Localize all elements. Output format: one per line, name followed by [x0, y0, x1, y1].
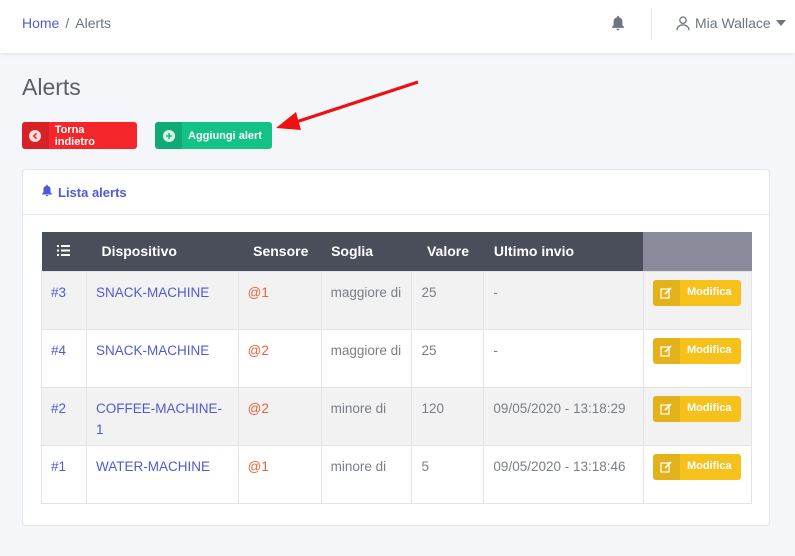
list-icon [41, 232, 87, 271]
edit-icon [652, 337, 680, 364]
back-button-label: Torna indietro [54, 123, 96, 148]
value-cell: 25 [411, 328, 485, 388]
device-link[interactable]: SNACK-MACHINE [85, 328, 239, 388]
threshold-cell: minore di [320, 444, 413, 504]
threshold-cell: minore di [320, 386, 413, 446]
card-title: Lista alerts [58, 184, 127, 200]
top-navbar: Home / Alerts Mia Wallace [0, 0, 795, 53]
chevron-down-icon [775, 20, 786, 26]
breadcrumb: Home / Alerts [22, 15, 111, 31]
alerts-table: Dispositivo Sensore Soglia Valore Ultimo… [41, 232, 753, 504]
breadcrumb-current: Alerts [75, 15, 112, 31]
last-sent-cell: 09/05/2020 - 13:18:29 [483, 386, 644, 446]
actions-cell: Modifica [642, 270, 753, 330]
edit-icon [652, 279, 680, 306]
value-cell: 25 [411, 270, 485, 330]
alert-id-cell[interactable]: #1 [41, 444, 87, 504]
alerts-card: Lista alerts Dispositivo Sensore Soglia … [22, 169, 770, 526]
edit-button[interactable]: Modifica [652, 337, 741, 364]
last-sent-cell: - [483, 328, 644, 388]
actions-cell: Modifica [642, 444, 753, 504]
alert-id-cell[interactable]: #4 [41, 328, 87, 388]
threshold-cell: maggiore di [320, 270, 413, 330]
device-link[interactable]: COFFEE-MACHINE-1 [85, 386, 239, 446]
header-device[interactable]: Dispositivo [86, 232, 239, 271]
breadcrumb-separator: / [65, 15, 70, 31]
edit-button[interactable]: Modifica [652, 453, 741, 480]
edit-button[interactable]: Modifica [652, 395, 741, 422]
edit-button[interactable]: Modifica [652, 279, 741, 306]
value-cell: 5 [411, 444, 485, 504]
add-alert-button-label: Aggiungi alert [188, 129, 262, 142]
edit-button-label: Modifica [686, 402, 732, 414]
header-threshold[interactable]: Soglia [321, 232, 412, 271]
last-sent-cell: 09/05/2020 - 13:18:46 [483, 444, 644, 504]
actions-cell: Modifica [642, 328, 753, 388]
table-row: #3 SNACK-MACHINE @1 maggiore di 25 - Mod… [41, 270, 753, 330]
table-row: #4 SNACK-MACHINE @2 maggiore di 25 - Mod… [41, 328, 753, 388]
user-menu[interactable]: Mia Wallace [676, 15, 786, 31]
actions-cell: Modifica [642, 386, 753, 446]
alert-id-cell[interactable]: #2 [41, 386, 87, 446]
alert-id-cell[interactable]: #3 [41, 270, 87, 330]
bell-icon [41, 184, 53, 200]
sensor-link[interactable]: @2 [237, 328, 322, 388]
breadcrumb-home-link[interactable]: Home [22, 15, 59, 31]
header-value[interactable]: Valore [411, 232, 484, 271]
table-row: #2 COFFEE-MACHINE-1 @2 minore di 120 09/… [41, 386, 753, 446]
edit-button-label: Modifica [686, 460, 732, 472]
table-header-row: Dispositivo Sensore Soglia Valore Ultimo… [41, 232, 752, 271]
edit-icon [652, 395, 680, 422]
annotation-arrow-icon [276, 80, 419, 130]
sensor-link[interactable]: @1 [237, 444, 322, 504]
plus-circle-icon [155, 122, 182, 149]
last-sent-cell: - [483, 270, 644, 330]
threshold-cell: maggiore di [320, 328, 413, 388]
page-title: Alerts [22, 74, 81, 100]
edit-icon [652, 453, 680, 480]
arrow-left-circle-icon [22, 122, 49, 149]
notifications-bell-icon[interactable] [611, 15, 627, 31]
device-link[interactable]: WATER-MACHINE [85, 444, 239, 504]
value-cell: 120 [411, 386, 485, 446]
user-name: Mia Wallace [695, 15, 771, 31]
sensor-link[interactable]: @2 [237, 386, 322, 446]
edit-button-label: Modifica [686, 344, 732, 356]
header-last-sent[interactable]: Ultimo invio [483, 232, 644, 271]
table-row: #1 WATER-MACHINE @1 minore di 5 09/05/20… [41, 444, 753, 504]
header-sensor[interactable]: Sensore [238, 232, 322, 271]
add-alert-button[interactable]: Aggiungi alert [155, 122, 272, 149]
sensor-link[interactable]: @1 [237, 270, 322, 330]
device-link[interactable]: SNACK-MACHINE [85, 270, 239, 330]
card-header: Lista alerts [23, 170, 769, 215]
header-actions [643, 232, 752, 271]
edit-button-label: Modifica [686, 286, 732, 298]
back-button[interactable]: Torna indietro [22, 122, 137, 149]
user-icon [676, 15, 690, 31]
navbar-divider [651, 8, 652, 40]
